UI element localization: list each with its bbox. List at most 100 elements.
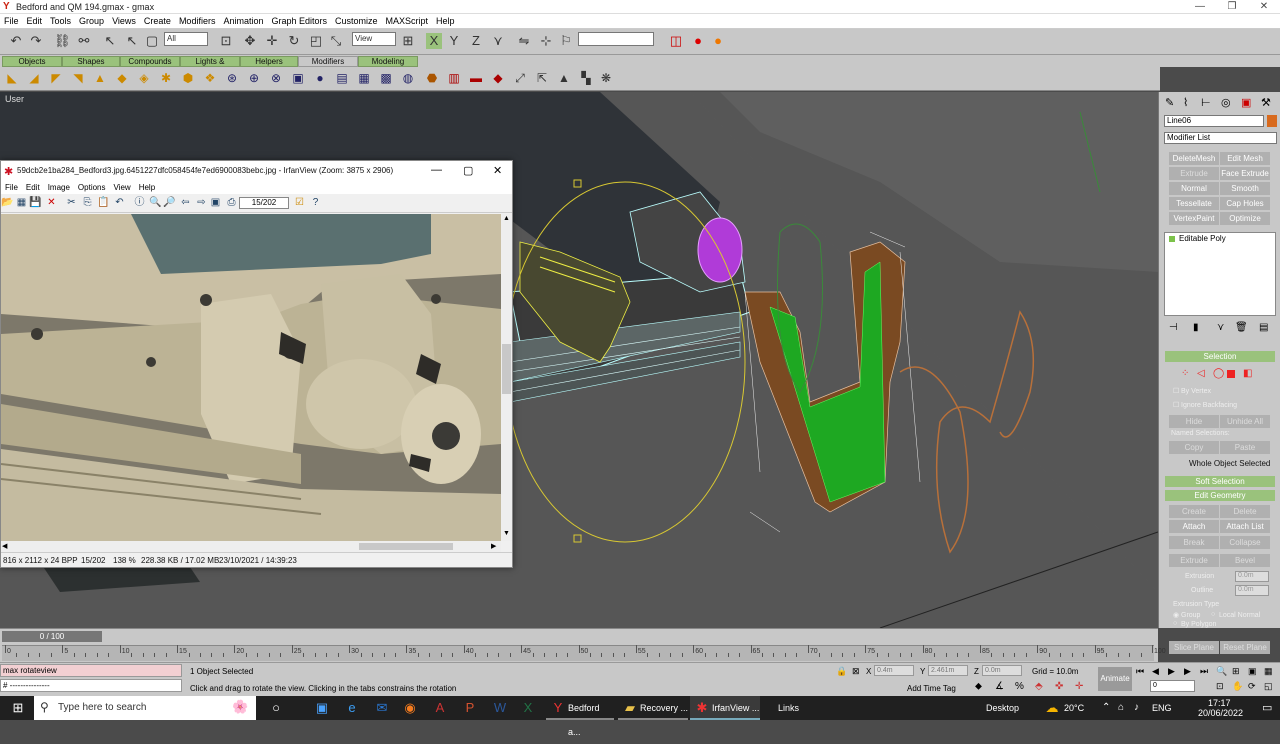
reference-coordinate-dropdown[interactable]: View: [352, 32, 396, 46]
edit-poly-icon[interactable]: ▥: [446, 70, 462, 86]
info-icon[interactable]: ⓘ: [133, 196, 146, 209]
material-editor-icon[interactable]: ◫: [668, 33, 684, 49]
redo-icon[interactable]: ↷: [28, 33, 44, 49]
mesh-select-icon[interactable]: ▣: [290, 70, 306, 86]
copy-button[interactable]: Copy: [1169, 441, 1219, 454]
stack-item-editable-poly[interactable]: Editable Poly: [1179, 234, 1226, 243]
axis-x-icon[interactable]: X: [426, 33, 442, 49]
menu-file[interactable]: File: [0, 14, 23, 29]
relax-icon[interactable]: ✱: [158, 70, 174, 86]
select-move-icon[interactable]: ⊡: [218, 33, 234, 49]
unwrap-uvw-icon[interactable]: ⊗: [268, 70, 284, 86]
ir-menu-image[interactable]: Image: [44, 181, 74, 194]
undo-icon[interactable]: ↶: [8, 33, 24, 49]
zoom-extents-icon[interactable]: ▣: [1248, 666, 1257, 677]
reset-plane-button[interactable]: Reset Plane: [1220, 641, 1270, 654]
irfanview-maximize-button[interactable]: ▢: [463, 164, 473, 177]
create-button[interactable]: Create: [1169, 505, 1219, 518]
vertexpaint-button[interactable]: VertexPaint: [1169, 212, 1219, 225]
viewport-label[interactable]: User: [5, 94, 24, 104]
display-panel-icon[interactable]: ▣: [1241, 96, 1251, 109]
print-icon[interactable]: ⎙: [225, 196, 238, 209]
volume-icon[interactable]: ♪: [1134, 696, 1139, 720]
edit-spline-icon[interactable]: ◆: [490, 70, 506, 86]
undo-icon-ir[interactable]: ↶: [113, 196, 126, 209]
firefox-icon[interactable]: ◉: [402, 700, 418, 716]
show-end-result-icon[interactable]: ▮: [1193, 322, 1199, 333]
edge-icon[interactable]: e: [344, 700, 360, 716]
edge-subobject-icon[interactable]: ◁: [1197, 368, 1205, 379]
ir-menu-view[interactable]: View: [110, 181, 135, 194]
soft-selection-rollout-header[interactable]: Soft Selection: [1165, 476, 1275, 487]
scale-icon[interactable]: ◰: [308, 33, 324, 49]
bevel-modifier-icon[interactable]: ▲: [556, 70, 572, 86]
maximize-viewport-icon[interactable]: ◱: [1264, 681, 1273, 692]
irfanview-close-button[interactable]: ✕: [493, 164, 502, 177]
previous-icon[interactable]: ⇦: [179, 196, 192, 209]
region-select-icon[interactable]: ▢: [144, 33, 160, 49]
horizontal-scroll-thumb[interactable]: [359, 543, 453, 550]
copy-icon[interactable]: ⎘: [81, 196, 94, 209]
normal-button[interactable]: Normal: [1169, 182, 1219, 195]
deletemesh-button[interactable]: DeleteMesh: [1169, 152, 1219, 165]
animate-button[interactable]: Animate: [1098, 667, 1132, 691]
scroll-up-icon[interactable]: ▲: [503, 215, 510, 222]
time-config-icon[interactable]: ✛: [1075, 681, 1083, 692]
key-mode-icon[interactable]: ✜: [1055, 681, 1063, 692]
scroll-right-icon[interactable]: ▶: [491, 542, 496, 550]
configure-sets-icon[interactable]: ▤: [1259, 322, 1268, 333]
polygon-subobject-icon[interactable]: [1227, 370, 1235, 378]
local-normal-radio[interactable]: ○: [1211, 611, 1215, 618]
move-axis-icon[interactable]: ✛: [264, 33, 280, 49]
box-icon[interactable]: ▦: [356, 70, 372, 86]
cylinder-icon[interactable]: ▤: [334, 70, 350, 86]
utilities-panel-icon[interactable]: ⚒: [1261, 96, 1271, 109]
group-radio[interactable]: ◉: [1173, 611, 1179, 619]
play-icon[interactable]: ▶: [1168, 666, 1175, 677]
uvw-xform-icon[interactable]: ⊕: [246, 70, 262, 86]
grid-icon[interactable]: ▩: [378, 70, 394, 86]
irfanview-horizontal-scrollbar[interactable]: ◀ ▶: [1, 541, 501, 552]
axis-y-icon[interactable]: Y: [446, 33, 462, 49]
selection-filter-dropdown[interactable]: All: [164, 32, 208, 46]
modifier-stack[interactable]: Editable Poly: [1164, 232, 1276, 316]
paste-icon[interactable]: 📋: [97, 196, 110, 209]
arc-rotate-icon[interactable]: ⟳: [1248, 681, 1256, 692]
move-icon[interactable]: ✥: [242, 33, 258, 49]
zoom-all-icon[interactable]: ⊞: [1232, 666, 1240, 677]
pin-stack-icon[interactable]: ⊣: [1169, 322, 1178, 333]
edit-mesh-button[interactable]: Edit Mesh: [1220, 152, 1270, 165]
absolute-mode-icon[interactable]: ⊠: [852, 666, 860, 677]
menu-graph-editors[interactable]: Graph Editors: [267, 14, 331, 29]
scroll-down-icon[interactable]: ▼: [503, 530, 510, 537]
tab-modifiers[interactable]: Modifiers: [298, 56, 358, 67]
edit-patch-icon[interactable]: ▬: [468, 70, 484, 86]
break-button[interactable]: Break: [1169, 536, 1219, 549]
twist-icon[interactable]: ◤: [48, 70, 64, 86]
access-icon[interactable]: A: [432, 700, 448, 716]
tab-compounds[interactable]: Compounds: [120, 56, 180, 67]
go-to-end-icon[interactable]: ⏭: [1200, 666, 1208, 677]
weather-temp[interactable]: 20°C: [1064, 696, 1084, 720]
hide-button[interactable]: Hide: [1169, 415, 1219, 428]
noise-icon[interactable]: ◥: [70, 70, 86, 86]
tab-objects[interactable]: Objects: [2, 56, 62, 67]
object-name-field[interactable]: Line06: [1164, 115, 1264, 127]
menu-edit[interactable]: Edit: [23, 14, 47, 29]
zoom-out-icon[interactable]: 🔎: [163, 196, 176, 209]
motion-panel-icon[interactable]: ◎: [1221, 96, 1231, 109]
x-coordinate-field[interactable]: 0.4m: [874, 665, 914, 676]
cap-holes-button[interactable]: Cap Holes: [1220, 197, 1270, 210]
push-icon[interactable]: ◈: [136, 70, 152, 86]
z-coordinate-field[interactable]: 0.0m: [982, 665, 1022, 676]
ripple-icon[interactable]: ⬢: [180, 70, 196, 86]
taskbar-app-recovery[interactable]: ▰ Recovery ...: [618, 696, 688, 720]
outline-spinner[interactable]: 0.0m: [1235, 585, 1269, 596]
menu-tools[interactable]: Tools: [46, 14, 75, 29]
axis-z-icon[interactable]: Z: [468, 33, 484, 49]
next-icon[interactable]: ⇨: [195, 196, 208, 209]
slice-plane-button[interactable]: Slice Plane: [1169, 641, 1219, 654]
angle-snap-icon[interactable]: ∡: [995, 681, 1004, 692]
squash-icon[interactable]: ⤡: [328, 33, 344, 49]
paste-button[interactable]: Paste: [1220, 441, 1270, 454]
